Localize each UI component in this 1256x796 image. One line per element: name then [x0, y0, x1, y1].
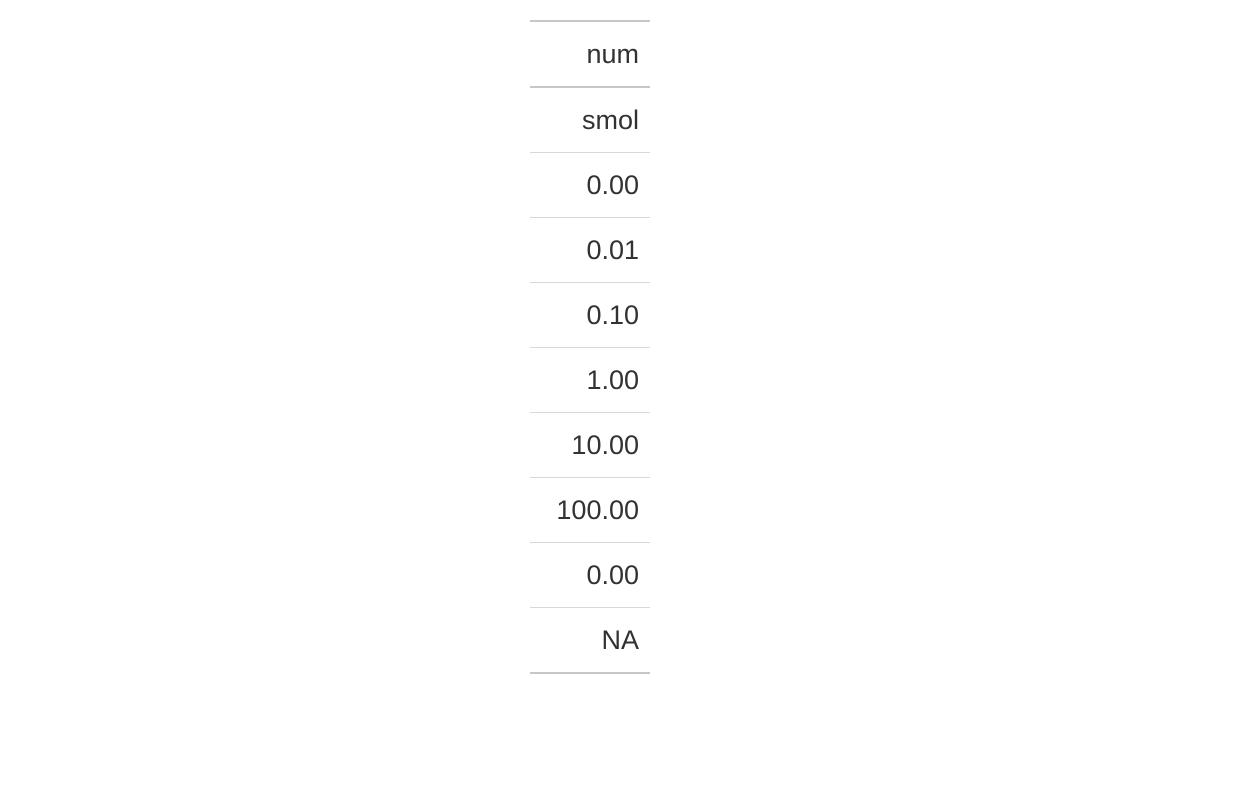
table-cell: NA — [530, 608, 650, 674]
subcolumn-header-smol: smol — [530, 87, 650, 153]
table-cell: 0.00 — [530, 543, 650, 608]
table-cell: 0.01 — [530, 218, 650, 283]
column-header-num: num — [530, 21, 650, 87]
table-row: 1.00 — [530, 348, 650, 413]
page: num smol 0.00 0.01 0.10 1.00 10.00 1 — [0, 0, 1256, 796]
table-cell: 0.10 — [530, 283, 650, 348]
table-cell: 1.00 — [530, 348, 650, 413]
table-subheader-row: smol — [530, 87, 650, 153]
table-row: 100.00 — [530, 478, 650, 543]
table-cell: 100.00 — [530, 478, 650, 543]
table-header-row: num — [530, 21, 650, 87]
table-row: 0.10 — [530, 283, 650, 348]
table-row: 0.01 — [530, 218, 650, 283]
table-row: 10.00 — [530, 413, 650, 478]
table-cell: 10.00 — [530, 413, 650, 478]
table-row: 0.00 — [530, 543, 650, 608]
data-table: num smol 0.00 0.01 0.10 1.00 10.00 1 — [530, 20, 650, 674]
table-row: NA — [530, 608, 650, 674]
table-row: 0.00 — [530, 153, 650, 218]
table-cell: 0.00 — [530, 153, 650, 218]
